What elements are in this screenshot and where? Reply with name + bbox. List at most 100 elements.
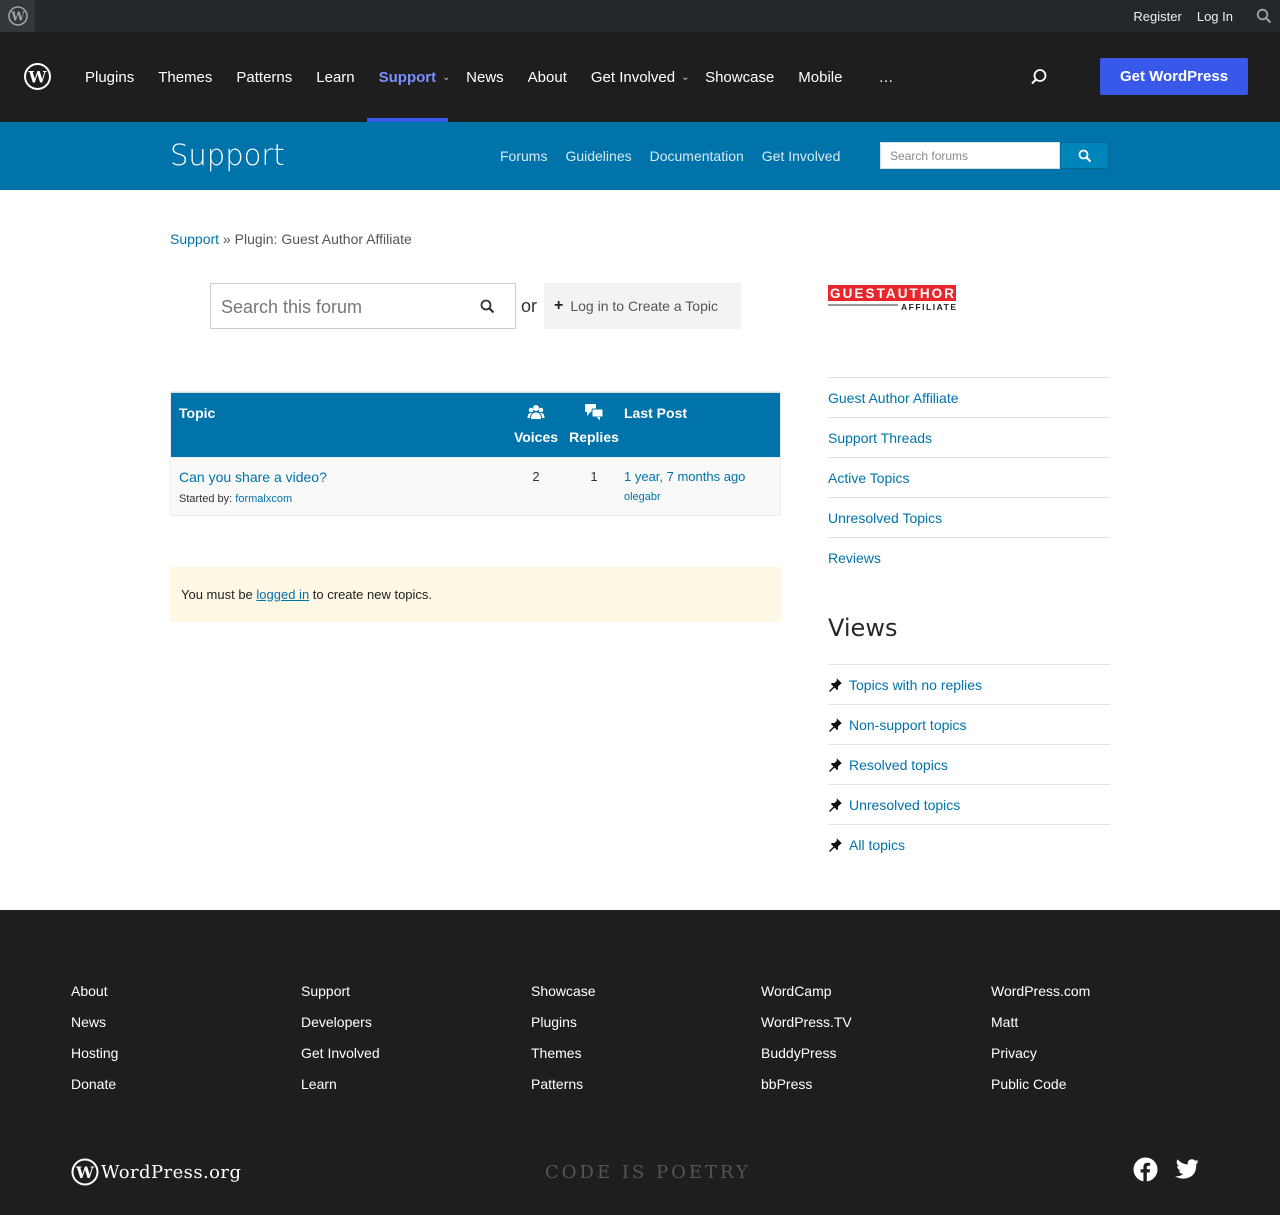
breadcrumb-separator: » (219, 231, 235, 247)
view-unresolved-topics[interactable]: Unresolved topics (828, 784, 1110, 824)
started-by-label: Started by: (179, 493, 233, 505)
support-nav-documentation[interactable]: Documentation (641, 148, 753, 164)
sidebar-link-reviews[interactable]: Reviews (828, 537, 1110, 577)
footer-link[interactable]: WordPress.com (991, 983, 1090, 1014)
nav-get-involved[interactable]: Get Involved (579, 32, 687, 122)
footer-wordpress-logo[interactable]: W WordPress.org (71, 1158, 243, 1189)
plugin-logo[interactable]: GUESTAUTHOR AFFILIATE (828, 285, 956, 312)
footer-column-4: WordCamp WordPress.TV BuddyPress bbPress (761, 983, 852, 1107)
forums-search-button[interactable] (1060, 142, 1109, 169)
view-topics-no-replies[interactable]: Topics with no replies (828, 664, 1110, 704)
topic-author-link[interactable]: formalxcom (235, 493, 292, 505)
topic-voices-count: 2 (532, 469, 540, 484)
footer-link[interactable]: WordCamp (761, 983, 852, 1014)
plugin-links: Guest Author Affiliate Support Threads A… (828, 377, 1110, 577)
footer-link[interactable]: News (71, 1014, 118, 1045)
nav-support[interactable]: Support (366, 32, 449, 122)
breadcrumb-current: Plugin: Guest Author Affiliate (234, 231, 412, 247)
nav-showcase[interactable]: Showcase (693, 32, 786, 122)
facebook-icon[interactable] (1133, 1157, 1158, 1185)
nav-themes[interactable]: Themes (146, 32, 224, 122)
register-link[interactable]: Register (1133, 9, 1181, 24)
footer-link[interactable]: WordPress.TV (761, 1014, 852, 1045)
code-is-poetry: CODE IS POETRY (545, 1162, 751, 1183)
nav-learn[interactable]: Learn (304, 32, 366, 122)
forum-search-placeholder: Search this forum (221, 297, 363, 317)
nav-patterns[interactable]: Patterns (224, 32, 304, 122)
view-label: All topics (849, 836, 906, 853)
footer-link[interactable]: About (71, 983, 118, 1014)
view-label: Resolved topics (849, 756, 948, 773)
wordpress-logo-icon[interactable]: W (24, 63, 51, 93)
footer-link[interactable]: Showcase (531, 983, 596, 1014)
pin-icon (828, 837, 849, 852)
footer-column-1: About News Hosting Donate (71, 983, 118, 1107)
forums-search-input[interactable]: Search forums (880, 142, 1060, 169)
nav-more[interactable]: … (866, 32, 905, 122)
footer-link[interactable]: Hosting (71, 1045, 118, 1076)
footer-link[interactable]: Patterns (531, 1076, 596, 1107)
create-topic-button[interactable]: + Log in to Create a Topic (544, 283, 741, 329)
header-topic: Topic (179, 405, 216, 421)
footer-link[interactable]: Donate (71, 1076, 118, 1107)
sidebar-link-active-topics[interactable]: Active Topics (828, 457, 1110, 497)
footer-link[interactable]: BuddyPress (761, 1045, 852, 1076)
nav-mobile[interactable]: Mobile (786, 32, 854, 122)
twitter-icon[interactable] (1174, 1159, 1199, 1183)
nav-about[interactable]: About (516, 32, 579, 122)
footer-link[interactable]: Themes (531, 1045, 596, 1076)
last-post-time-link[interactable]: 1 year, 7 months ago (624, 469, 745, 484)
footer-link[interactable]: Privacy (991, 1045, 1090, 1076)
support-nav-forums[interactable]: Forums (491, 148, 556, 164)
support-nav-get-involved[interactable]: Get Involved (753, 148, 850, 164)
login-link[interactable]: Log In (1197, 9, 1233, 24)
footer-link[interactable]: Support (301, 983, 380, 1014)
sidebar-link-support-threads[interactable]: Support Threads (828, 417, 1110, 457)
views-list: Topics with no replies Non-support topic… (828, 664, 1110, 864)
notice-text-before: You must be (181, 587, 257, 602)
breadcrumb: Support » Plugin: Guest Author Affiliate (170, 231, 412, 247)
plus-icon: + (554, 297, 564, 314)
footer-link[interactable]: Public Code (991, 1076, 1090, 1107)
voices-icon (511, 403, 561, 425)
breadcrumb-support[interactable]: Support (170, 231, 219, 247)
footer-column-2: Support Developers Get Involved Learn (301, 983, 380, 1107)
header-replies-label: Replies (569, 429, 619, 445)
footer-column-3: Showcase Plugins Themes Patterns (531, 983, 596, 1107)
footer-column-5: WordPress.com Matt Privacy Public Code (991, 983, 1090, 1107)
support-title[interactable]: Support (170, 138, 285, 172)
nav-news[interactable]: News (454, 32, 516, 122)
sidebar-link-unresolved-topics[interactable]: Unresolved Topics (828, 497, 1110, 537)
global-search-icon[interactable] (1030, 68, 1048, 89)
nav-plugins[interactable]: Plugins (73, 32, 146, 122)
last-post-author-link[interactable]: olegabr (624, 491, 661, 503)
replies-icon (569, 403, 619, 425)
topic-title-link[interactable]: Can you share a video? (179, 469, 327, 485)
topics-table: Topic Voices Replies Last Post Can you s… (170, 391, 781, 516)
view-all-topics[interactable]: All topics (828, 824, 1110, 864)
view-non-support-topics[interactable]: Non-support topics (828, 704, 1110, 744)
view-resolved-topics[interactable]: Resolved topics (828, 744, 1110, 784)
search-icon[interactable] (480, 299, 495, 317)
logged-in-link[interactable]: logged in (256, 587, 309, 602)
footer-link[interactable]: Learn (301, 1076, 380, 1107)
create-topic-label: Log in to Create a Topic (570, 298, 718, 314)
footer-link[interactable]: bbPress (761, 1076, 852, 1107)
adminbar-wordpress-icon[interactable]: W (0, 0, 35, 32)
search-icon (1078, 149, 1091, 162)
forum-search-input[interactable]: Search this forum (210, 283, 516, 329)
global-nav: Plugins Themes Patterns Learn Support ⌄ … (73, 32, 905, 122)
get-wordpress-button[interactable]: Get WordPress (1100, 58, 1248, 95)
adminbar-search-icon[interactable] (1248, 0, 1280, 32)
svg-text:W: W (28, 68, 48, 87)
footer-link[interactable]: Developers (301, 1014, 380, 1045)
footer-link[interactable]: Matt (991, 1014, 1090, 1045)
sidebar-link-plugin[interactable]: Guest Author Affiliate (828, 377, 1110, 417)
svg-text:W: W (75, 1163, 95, 1182)
footer-link[interactable]: Get Involved (301, 1045, 380, 1076)
support-nav-guidelines[interactable]: Guidelines (556, 148, 640, 164)
header-replies: Replies (569, 403, 619, 445)
footer-link[interactable]: Plugins (531, 1014, 596, 1045)
login-notice: You must be logged in to create new topi… (170, 567, 781, 622)
notice-text-after: to create new topics. (309, 587, 433, 602)
